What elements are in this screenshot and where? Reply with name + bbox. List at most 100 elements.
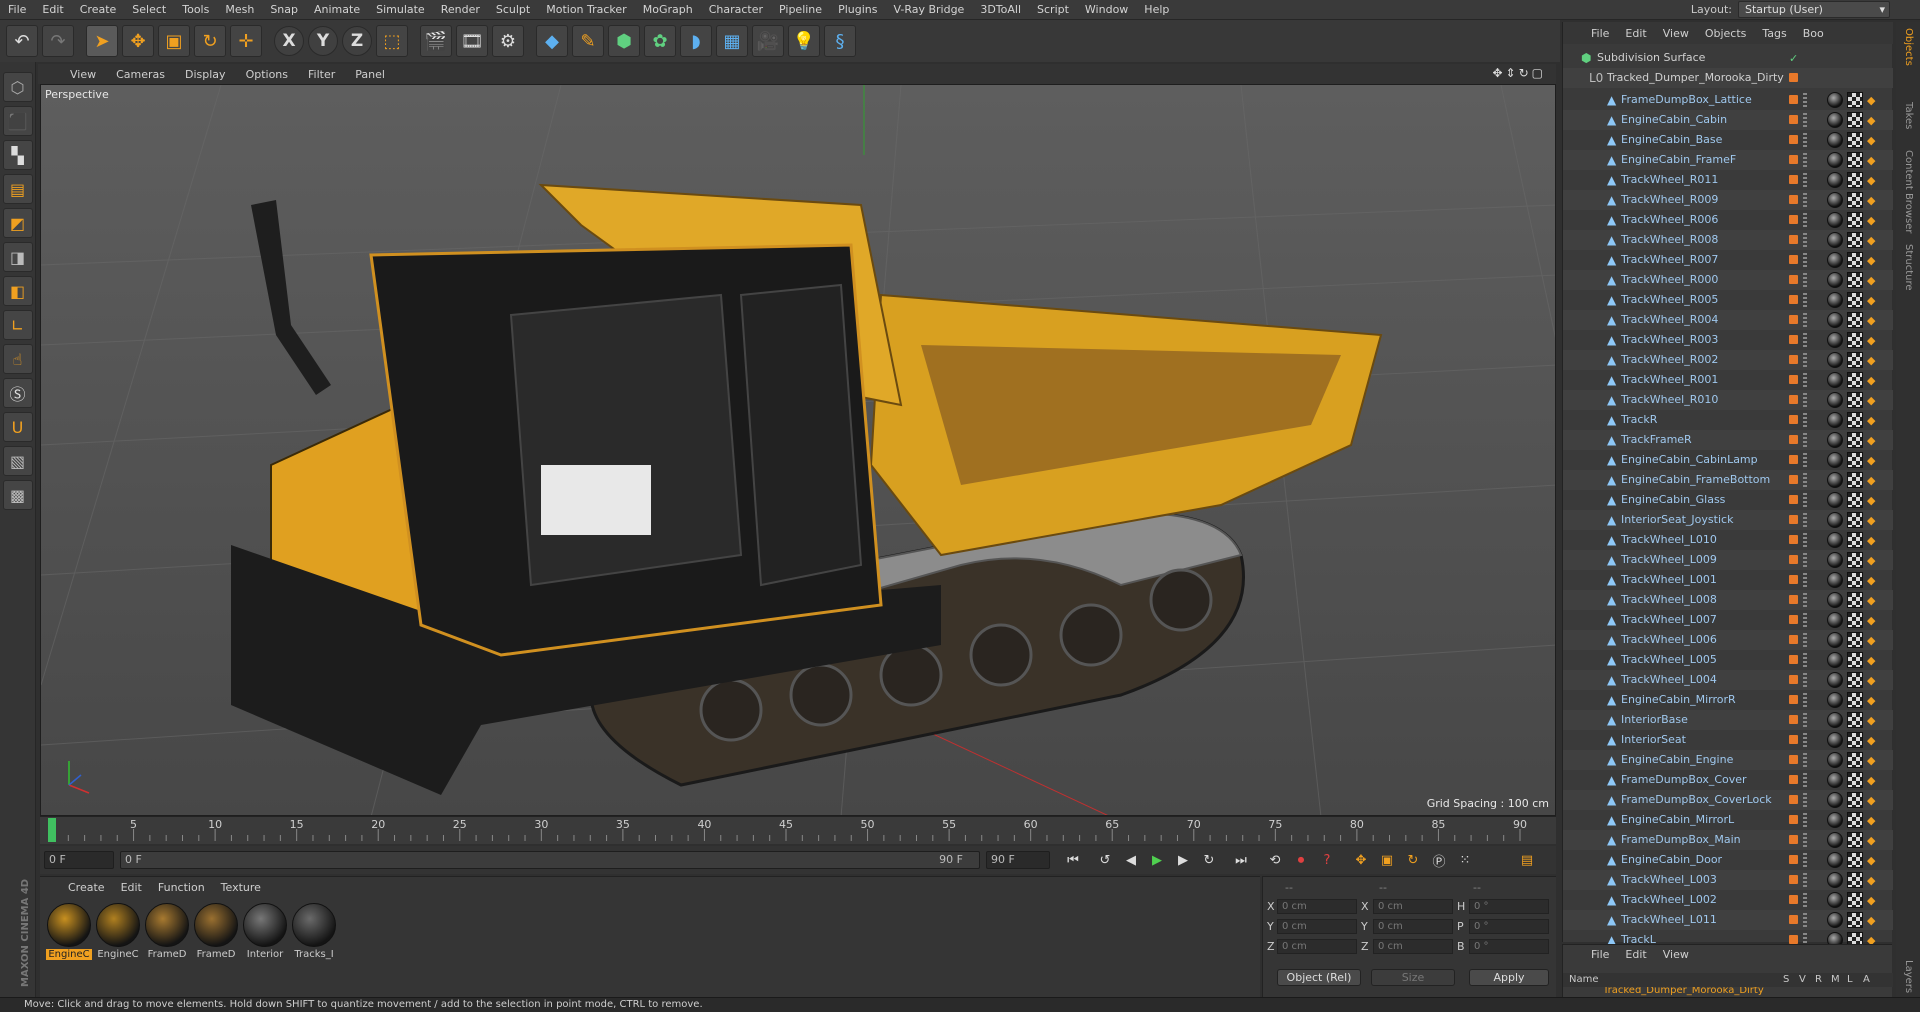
- material-tag-icon[interactable]: [1827, 772, 1843, 788]
- goto-start-icon[interactable]: ⏮: [1062, 850, 1084, 870]
- texture-tag-icon[interactable]: [1847, 572, 1863, 588]
- menu-window[interactable]: Window: [1077, 0, 1136, 20]
- material-tag-icon[interactable]: [1827, 412, 1843, 428]
- material-tag-icon[interactable]: [1827, 312, 1843, 328]
- texture-tag-icon[interactable]: [1847, 592, 1863, 608]
- phong-tag-icon[interactable]: ◆: [1867, 714, 1875, 727]
- texture-tag-icon[interactable]: [1847, 652, 1863, 668]
- phong-tag-icon[interactable]: ◆: [1867, 554, 1875, 567]
- next-key-icon[interactable]: ↻: [1198, 850, 1220, 870]
- material-tag-icon[interactable]: [1827, 92, 1843, 108]
- material-tag-icon[interactable]: [1827, 912, 1843, 928]
- visibility-dots-icon[interactable]: [1803, 173, 1807, 187]
- phong-tag-icon[interactable]: ◆: [1867, 174, 1875, 187]
- viewport-menu-panel[interactable]: Panel: [345, 68, 395, 81]
- menu-edit[interactable]: Edit: [34, 0, 71, 20]
- visibility-dots-icon[interactable]: [1803, 293, 1807, 307]
- texture-tag-icon[interactable]: [1847, 352, 1863, 368]
- layer-color-swatch[interactable]: [1789, 755, 1798, 764]
- visibility-dots-icon[interactable]: [1803, 393, 1807, 407]
- phong-tag-icon[interactable]: ◆: [1867, 314, 1875, 327]
- phong-tag-icon[interactable]: ◆: [1867, 394, 1875, 407]
- rotation-p-field[interactable]: 0 °: [1469, 919, 1549, 934]
- y-axis-icon[interactable]: Y: [308, 26, 338, 56]
- layer-color-swatch[interactable]: [1789, 435, 1798, 444]
- texture-tag-icon[interactable]: [1847, 392, 1863, 408]
- phong-tag-icon[interactable]: ◆: [1867, 454, 1875, 467]
- visibility-dots-icon[interactable]: [1803, 233, 1807, 247]
- layer-color-swatch[interactable]: [1789, 95, 1798, 104]
- menu-mograph[interactable]: MoGraph: [635, 0, 701, 20]
- layer-color-swatch[interactable]: [1789, 175, 1798, 184]
- material-tag-icon[interactable]: [1827, 892, 1843, 908]
- material-tag-icon[interactable]: [1827, 832, 1843, 848]
- layer-color-swatch[interactable]: [1789, 635, 1798, 644]
- phong-tag-icon[interactable]: ◆: [1867, 214, 1875, 227]
- cloner-icon[interactable]: ✿: [644, 25, 676, 57]
- layer-color-swatch[interactable]: [1789, 855, 1798, 864]
- texture-tag-icon[interactable]: [1847, 372, 1863, 388]
- phong-tag-icon[interactable]: ◆: [1867, 94, 1875, 107]
- material-tag-icon[interactable]: [1827, 292, 1843, 308]
- visibility-dots-icon[interactable]: [1803, 693, 1807, 707]
- object-row[interactable]: ▲ EngineCabin_FrameBottom ◆: [1563, 470, 1893, 490]
- coordinate-system-icon[interactable]: ⬚: [376, 25, 408, 57]
- object-row[interactable]: ▲ TrackWheel_L006 ◆: [1563, 630, 1893, 650]
- phong-tag-icon[interactable]: ◆: [1867, 474, 1875, 487]
- visibility-dots-icon[interactable]: [1803, 573, 1807, 587]
- material-item[interactable]: Interior: [242, 903, 288, 960]
- menu-script[interactable]: Script: [1029, 0, 1077, 20]
- rotation-b-field[interactable]: 0 °: [1469, 939, 1549, 954]
- layer-color-swatch[interactable]: [1789, 875, 1798, 884]
- layer-color-swatch[interactable]: [1789, 415, 1798, 424]
- texture-tag-icon[interactable]: [1847, 232, 1863, 248]
- visibility-dots-icon[interactable]: [1803, 153, 1807, 167]
- visibility-dots-icon[interactable]: [1803, 593, 1807, 607]
- layer-color-swatch[interactable]: [1789, 835, 1798, 844]
- phong-tag-icon[interactable]: ◆: [1867, 774, 1875, 787]
- position-z-field[interactable]: 0 cm: [1277, 939, 1357, 954]
- prev-frame-icon[interactable]: ◀: [1120, 850, 1142, 870]
- visibility-dots-icon[interactable]: [1803, 93, 1807, 107]
- texture-tag-icon[interactable]: [1847, 212, 1863, 228]
- visibility-dots-icon[interactable]: [1803, 273, 1807, 287]
- layer-color-swatch[interactable]: [1789, 675, 1798, 684]
- menu-3dtoall[interactable]: 3DToAll: [972, 0, 1029, 20]
- texture-tag-icon[interactable]: [1847, 272, 1863, 288]
- menu-simulate[interactable]: Simulate: [368, 0, 433, 20]
- pen-icon[interactable]: ✎: [572, 25, 604, 57]
- menu-select[interactable]: Select: [124, 0, 174, 20]
- autokey-icon[interactable]: ?: [1316, 850, 1338, 870]
- menu-character[interactable]: Character: [701, 0, 771, 20]
- material-tag-icon[interactable]: [1827, 552, 1843, 568]
- side-tab-layers[interactable]: Layers: [1903, 960, 1914, 993]
- texture-tag-icon[interactable]: [1847, 92, 1863, 108]
- material-tag-icon[interactable]: [1827, 612, 1843, 628]
- phong-tag-icon[interactable]: ◆: [1867, 294, 1875, 307]
- object-row[interactable]: ▲ InteriorBase ◆: [1563, 710, 1893, 730]
- menu-sculpt[interactable]: Sculpt: [488, 0, 538, 20]
- object-row[interactable]: ▲ FrameDumpBox_CoverLock ◆: [1563, 790, 1893, 810]
- object-row[interactable]: ▲ FrameDumpBox_Main ◆: [1563, 830, 1893, 850]
- material-tag-icon[interactable]: [1827, 432, 1843, 448]
- material-tag-icon[interactable]: [1827, 352, 1843, 368]
- object-row[interactable]: ▲ FrameDumpBox_Lattice ◆: [1563, 90, 1893, 110]
- object-row[interactable]: ▲ TrackWheel_L005 ◆: [1563, 650, 1893, 670]
- object-row[interactable]: ▲ TrackWheel_L009 ◆: [1563, 550, 1893, 570]
- material-menu-create[interactable]: Create: [60, 881, 113, 894]
- camera-icon[interactable]: 🎥: [752, 25, 784, 57]
- layer-color-swatch[interactable]: [1789, 515, 1798, 524]
- points-mode-icon[interactable]: ◩: [2, 208, 33, 238]
- object-row[interactable]: ▲ TrackWheel_L011 ◆: [1563, 910, 1893, 930]
- material-menu-function[interactable]: Function: [150, 881, 213, 894]
- phong-tag-icon[interactable]: ◆: [1867, 674, 1875, 687]
- visibility-dots-icon[interactable]: [1803, 793, 1807, 807]
- object-row[interactable]: ▲ TrackWheel_R001 ◆: [1563, 370, 1893, 390]
- object-row[interactable]: ▲ TrackWheel_R003 ◆: [1563, 330, 1893, 350]
- model-mode-icon[interactable]: ⬛: [2, 106, 33, 136]
- texture-tag-icon[interactable]: [1847, 752, 1863, 768]
- layer-color-swatch[interactable]: [1789, 355, 1798, 364]
- menu-motion-tracker[interactable]: Motion Tracker: [538, 0, 634, 20]
- material-tag-icon[interactable]: [1827, 472, 1843, 488]
- phong-tag-icon[interactable]: ◆: [1867, 354, 1875, 367]
